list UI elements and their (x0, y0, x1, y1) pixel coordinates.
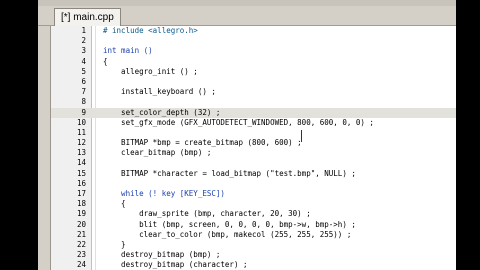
code-line[interactable]: 15 BITMAP *character = load_bitmap ("tes… (51, 169, 456, 179)
code-text[interactable]: } (103, 240, 126, 250)
line-number: 3 (81, 46, 86, 56)
code-line[interactable]: 1 # include <allegro.h> (51, 26, 456, 36)
line-number: 15 (76, 168, 86, 178)
code-line[interactable]: 19 draw_sprite (bmp, character, 20, 30) … (51, 209, 456, 219)
code-text[interactable]: { (103, 57, 108, 67)
code-line[interactable]: 14 (51, 158, 456, 168)
code-text[interactable]: blit (bmp, screen, 0, 0, 0, 0, bmp->w, b… (103, 220, 356, 230)
line-number: 12 (76, 138, 86, 148)
line-number: 10 (76, 117, 86, 127)
code-text[interactable]: clear_bitmap (bmp) ; (103, 148, 211, 158)
code-line[interactable]: 6 (51, 77, 456, 87)
line-number: 22 (76, 239, 86, 249)
code-line[interactable]: 11 (51, 128, 456, 138)
code-line[interactable]: 8 (51, 97, 456, 107)
code-line[interactable]: 3 int main () (51, 46, 456, 56)
code-line[interactable]: 9 set_color_depth (32) ; (51, 107, 456, 118)
line-number: 24 (76, 260, 86, 270)
line-number: 7 (81, 87, 86, 97)
code-lines: 1 # include <allegro.h> 2 3 int main () 4{5 a… (51, 26, 456, 270)
code-text[interactable]: while (! key [KEY_ESC]) (103, 189, 225, 199)
code-text[interactable]: destroy_bitmap (bmp) ; (103, 250, 220, 260)
code-line[interactable]: 22 } (51, 240, 456, 250)
code-text[interactable]: install_keyboard () ; (103, 87, 216, 97)
line-number: 23 (76, 250, 86, 260)
code-line[interactable]: 4{ (51, 57, 456, 67)
code-text[interactable]: draw_sprite (bmp, character, 20, 30) ; (103, 209, 311, 219)
line-number: 2 (81, 36, 86, 46)
code-text[interactable]: BITMAP *bmp = create_bitmap (800, 600) ; (103, 138, 302, 148)
code-line[interactable]: 5 allegro_init () ; (51, 67, 456, 77)
code-line[interactable]: 21 clear_to_color (bmp, makecol (255, 25… (51, 230, 456, 240)
code-line[interactable]: 12 BITMAP *bmp = create_bitmap (800, 600… (51, 138, 456, 148)
line-number: 18 (76, 199, 86, 209)
code-text[interactable]: int main () (103, 46, 153, 56)
code-line[interactable]: 7 install_keyboard () ; (51, 87, 456, 97)
code-text[interactable]: set_color_depth (32) ; (103, 108, 220, 118)
code-editor[interactable]: 1 # include <allegro.h> 2 3 int main () 4{5 a… (50, 26, 456, 270)
text-cursor (301, 130, 302, 142)
code-line[interactable]: 17 while (! key [KEY_ESC]) (51, 189, 456, 199)
line-number: 4 (81, 56, 86, 66)
code-text[interactable]: destroy_bitmap (character) ; (103, 260, 247, 270)
code-line[interactable]: 23 destroy_bitmap (bmp) ; (51, 250, 456, 260)
line-number: 17 (76, 189, 86, 198)
code-text[interactable]: # include <allegro.h> (103, 26, 198, 36)
line-number: 13 (76, 148, 86, 158)
right-letterbox (456, 0, 480, 270)
code-line[interactable]: 13 clear_bitmap (bmp) ; (51, 148, 456, 158)
code-text[interactable]: set_gfx_mode (GFX_AUTODETECT_WINDOWED, 8… (103, 118, 374, 128)
ide-window: [*] main.cpp 1 # include <allegro.h> 2 3 int… (38, 0, 456, 270)
code-line[interactable]: 18 { (51, 199, 456, 209)
line-number: 6 (81, 76, 86, 86)
code-line[interactable]: 20 blit (bmp, screen, 0, 0, 0, 0, bmp->w… (51, 220, 456, 230)
code-line[interactable]: 2 (51, 36, 456, 46)
line-number: 21 (76, 229, 86, 239)
code-text[interactable]: { (103, 199, 126, 209)
line-number: 14 (76, 158, 86, 168)
code-text[interactable]: BITMAP *character = load_bitmap ("test.b… (103, 169, 356, 179)
line-number: 19 (76, 209, 86, 219)
code-text[interactable]: clear_to_color (bmp, makecol (255, 255, … (103, 230, 351, 240)
code-line[interactable]: 24 destroy_bitmap (character) ; (51, 260, 456, 270)
line-number: 1 (81, 26, 86, 35)
code-text[interactable]: allegro_init () ; (103, 67, 198, 77)
line-number: 8 (81, 97, 86, 107)
line-number: 20 (76, 219, 86, 229)
line-number: 11 (76, 127, 86, 137)
tab-main-cpp[interactable]: [*] main.cpp (54, 8, 121, 26)
editor-tab-bar: [*] main.cpp (38, 6, 456, 26)
line-number: 5 (81, 66, 86, 76)
line-number: 16 (76, 178, 86, 188)
code-line[interactable]: 16 (51, 179, 456, 189)
line-number: 9 (81, 107, 86, 117)
left-letterbox (0, 0, 38, 270)
code-line[interactable]: 10 set_gfx_mode (GFX_AUTODETECT_WINDOWED… (51, 118, 456, 128)
